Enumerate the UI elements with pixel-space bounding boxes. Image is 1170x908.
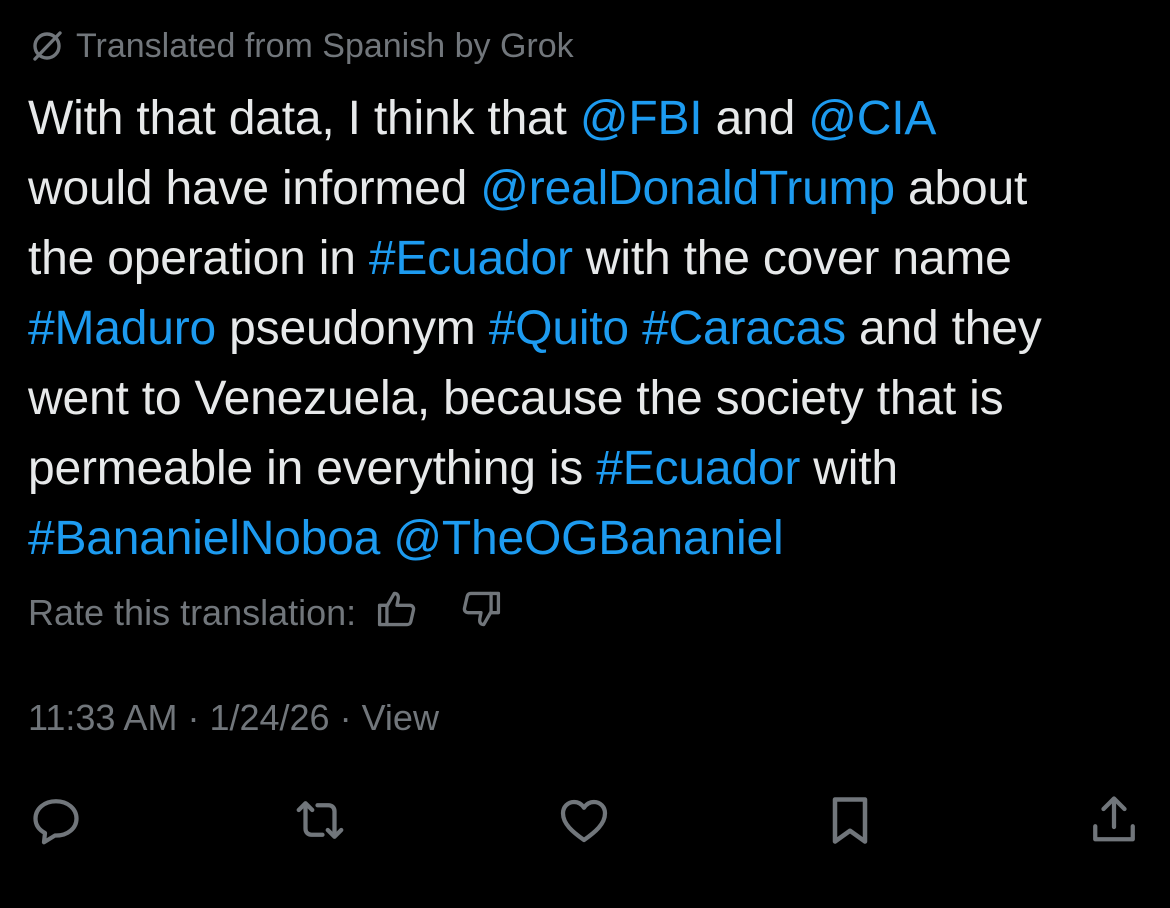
like-button[interactable] [554,790,614,850]
meta-separator: · [339,697,352,738]
tweet-text-segment: and [702,92,809,145]
thumbs-up-icon [375,587,419,640]
share-icon [1084,790,1144,850]
repost-button[interactable] [290,790,350,850]
bookmark-icon [820,790,880,850]
hashtag-link[interactable]: #Ecuador [369,232,573,285]
mention-link[interactable]: @CIA [808,92,936,145]
tweet-text-segment: with [800,442,898,495]
tweet-text-line: #Maduro pseudonym #Quito #Caracas and th… [28,294,1153,364]
tweet-time[interactable]: 11:33 AM [28,697,177,739]
tweet-text-line: #BananielNoboa @TheOGBananiel [28,504,1153,574]
thumbs-down-button[interactable] [456,588,506,638]
tweet-text-segment: the operation in [28,232,369,285]
tweet-text-line: permeable in everything is #Ecuador with [28,434,1153,504]
tweet-text-line: With that data, I think that @FBI and @C… [28,84,1153,154]
translation-notice: Translated from Spanish by Grok [28,24,574,68]
tweet-date[interactable]: 1/24/26 [209,697,329,739]
tweet-text-segment: With that data, I think that [28,92,580,145]
thumbs-up-button[interactable] [372,588,422,638]
share-button[interactable] [1084,790,1144,850]
thumbs-down-icon [459,587,503,640]
tweet-text: With that data, I think that @FBI and @C… [28,84,1153,574]
reply-icon [26,790,86,850]
meta-separator: · [187,697,200,738]
view-link[interactable]: View [362,697,439,739]
tweet-text-segment: with the cover name [572,232,1012,285]
tweet-action-bar [0,790,1170,850]
tweet-text-line: the operation in #Ecuador with the cover… [28,224,1153,294]
hashtag-link[interactable]: #Caracas [642,302,846,355]
tweet-text-segment: went to Venezuela, because the society t… [28,372,1004,425]
mention-link[interactable]: @FBI [580,92,703,145]
translation-notice-label: Translated from Spanish by Grok [76,26,574,65]
mention-link[interactable]: @realDonaldTrump [480,162,895,215]
tweet-text-segment: about [894,162,1028,215]
hashtag-link[interactable]: #BananielNoboa [28,512,380,565]
mention-link[interactable]: @TheOGBananiel [393,512,783,565]
rate-translation: Rate this translation: [28,588,506,638]
heart-icon [554,790,614,850]
tweet-text-segment: would have informed [28,162,481,215]
tweet-text-segment [380,512,393,565]
tweet-meta: 11:33 AM · 1/24/26 · View [28,694,439,742]
hashtag-link[interactable]: #Quito [489,302,629,355]
repost-icon [290,790,350,850]
reply-button[interactable] [26,790,86,850]
hashtag-link[interactable]: #Ecuador [596,442,800,495]
hashtag-link[interactable]: #Maduro [28,302,216,355]
tweet-text-segment: and they [845,302,1042,355]
tweet-text-line: would have informed @realDonaldTrump abo… [28,154,1153,224]
tweet-text-segment: permeable in everything is [28,442,597,495]
translate-icon [28,27,66,65]
tweet-text-segment: pseudonym [216,302,489,355]
tweet-text-line: went to Venezuela, because the society t… [28,364,1153,434]
rate-translation-label: Rate this translation: [28,592,357,633]
bookmark-button[interactable] [820,790,880,850]
tweet-text-segment [629,302,642,355]
